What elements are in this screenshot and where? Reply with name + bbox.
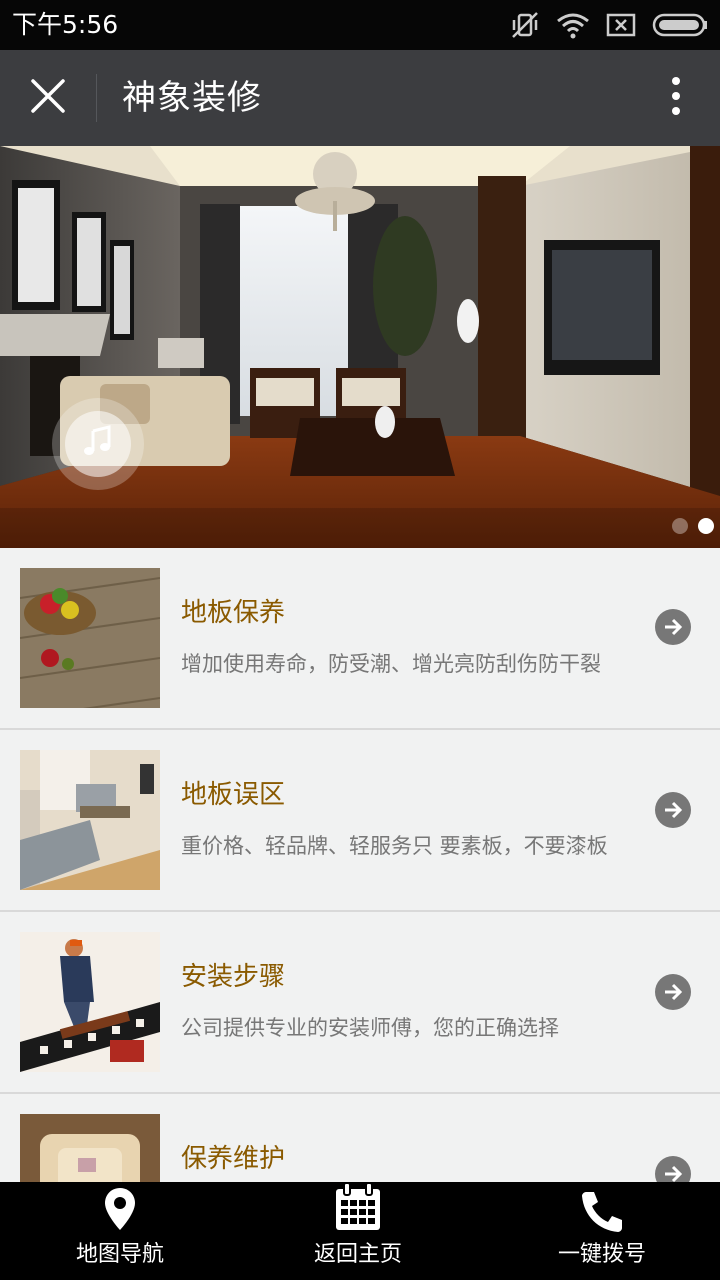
page-title: 神象装修	[122, 78, 262, 118]
list-item[interactable]: 地板误区 重价格、轻品牌、轻服务只 要素板，不要漆板	[0, 730, 720, 912]
status-time: 下午5:56	[12, 10, 119, 39]
list-item[interactable]: 地板保养 增加使用寿命，防受潮、增光亮防刮伤防干裂	[0, 548, 720, 730]
close-button[interactable]	[14, 64, 82, 132]
calendar-icon	[334, 1182, 382, 1236]
title-divider	[96, 74, 97, 122]
banner-carousel[interactable]	[0, 146, 720, 548]
sim-x-icon	[606, 13, 636, 37]
nav-label: 一键拨号	[557, 1242, 646, 1267]
map-navigation-button[interactable]: 地图导航	[60, 1182, 180, 1280]
battery-icon	[652, 13, 708, 37]
music-toggle-button[interactable]	[52, 398, 144, 490]
floor-installer-photo	[20, 932, 160, 1072]
title-bar: 神象装修	[0, 50, 720, 146]
music-note-icon	[81, 425, 115, 463]
bottom-nav: 地图导航 返回主页 一键拨号	[0, 1182, 720, 1280]
more-menu-button[interactable]	[652, 72, 700, 124]
carousel-dot[interactable]	[672, 518, 688, 534]
status-icons	[510, 9, 708, 41]
more-vertical-icon	[671, 76, 681, 120]
nav-label: 返回主页	[313, 1242, 402, 1267]
item-description: 公司提供专业的安装师傅，您的正确选择	[181, 1016, 559, 1040]
chevron-right-icon	[655, 609, 691, 645]
phone-icon	[580, 1190, 624, 1236]
chevron-right-icon	[655, 792, 691, 828]
carousel-dot-active[interactable]	[698, 518, 714, 534]
call-button[interactable]: 一键拨号	[542, 1182, 662, 1280]
wood-floor-fruit-photo	[20, 568, 160, 708]
list-item[interactable]: 安装步骤 公司提供专业的安装师傅，您的正确选择	[0, 912, 720, 1094]
home-button[interactable]: 返回主页	[298, 1182, 418, 1280]
chevron-right-icon	[655, 974, 691, 1010]
article-list: 地板保养 增加使用寿命，防受潮、增光亮防刮伤防干裂 地板误区 重价格、轻品牌、轻…	[0, 548, 720, 1276]
item-title: 地板保养	[181, 598, 286, 628]
music-button-inner	[65, 411, 131, 477]
carousel-indicator	[672, 518, 714, 534]
wifi-icon	[556, 11, 590, 39]
item-description: 重价格、轻品牌、轻服务只 要素板，不要漆板	[181, 834, 608, 858]
close-icon	[30, 78, 66, 118]
nav-label: 地图导航	[75, 1242, 164, 1267]
mute-vibrate-icon	[510, 10, 540, 40]
item-description: 增加使用寿命，防受潮、增光亮防刮伤防干裂	[181, 652, 601, 676]
item-title: 安装步骤	[181, 962, 286, 992]
status-bar: 下午5:56	[0, 0, 720, 50]
item-title: 保养维护	[181, 1144, 286, 1174]
item-title: 地板误区	[181, 780, 286, 810]
map-pin-icon	[103, 1186, 137, 1236]
living-room-sofa-photo	[20, 750, 160, 890]
